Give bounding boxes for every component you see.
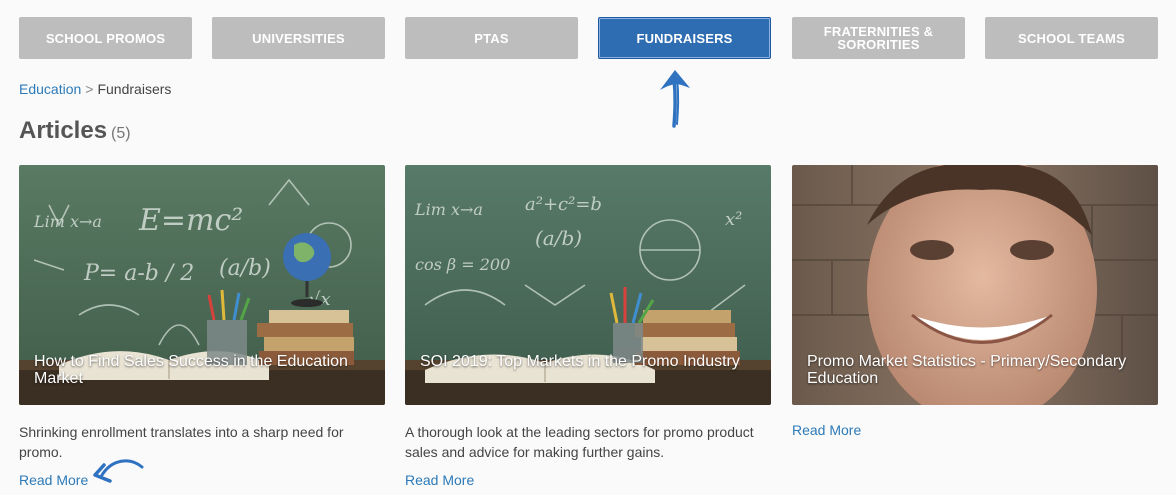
- article-image-3[interactable]: Promo Market Statistics - Primary/Second…: [792, 165, 1158, 405]
- svg-text:E=mc²: E=mc²: [138, 203, 243, 238]
- article-count: (5): [111, 125, 131, 142]
- breadcrumb-current: Fundraisers: [97, 81, 172, 97]
- annotation-arrow-up-icon: [660, 70, 690, 128]
- breadcrumb-separator: >: [85, 81, 94, 97]
- tab-fraternities-sororities[interactable]: FRATERNITIES & SORORITIES: [792, 17, 965, 59]
- svg-text:P= a-b / 2: P= a-b / 2: [83, 261, 194, 286]
- article-image-1[interactable]: E=mc² Lim x→a P= a-b / 2 (a/b) √x How to…: [19, 165, 385, 405]
- read-more-link-2[interactable]: Read More: [405, 472, 771, 488]
- article-card-3: Promo Market Statistics - Primary/Second…: [792, 165, 1158, 438]
- tab-universities[interactable]: UNIVERSITIES: [212, 17, 385, 59]
- article-image-2[interactable]: Lim x→a a²+c²=b cos β = 200 (a/b) x² SOI…: [405, 165, 771, 405]
- svg-text:Lim x→a: Lim x→a: [33, 212, 102, 231]
- svg-text:a²+c²=b: a²+c²=b: [525, 194, 602, 215]
- breadcrumb-link-education[interactable]: Education: [19, 81, 81, 97]
- read-more-link-3[interactable]: Read More: [792, 422, 1158, 438]
- tab-fundraisers[interactable]: FUNDRAISERS: [598, 17, 771, 59]
- article-title-2: SOI 2019: Top Markets in the Promo Indus…: [420, 353, 740, 370]
- tab-ptas[interactable]: PTAS: [405, 17, 578, 59]
- tab-school-promos[interactable]: SCHOOL PROMOS: [19, 17, 192, 59]
- svg-text:(a/b): (a/b): [219, 256, 271, 281]
- article-title-3: Promo Market Statistics - Primary/Second…: [807, 353, 1127, 387]
- tab-school-teams[interactable]: SCHOOL TEAMS: [985, 17, 1158, 59]
- article-description-1: Shrinking enrollment translates into a s…: [19, 424, 344, 460]
- article-card-1: E=mc² Lim x→a P= a-b / 2 (a/b) √x How to…: [19, 165, 385, 488]
- read-more-link-1[interactable]: Read More: [19, 472, 385, 488]
- article-title-1: How to Find Sales Success in the Educati…: [34, 353, 348, 387]
- article-description-2: A thorough look at the leading sectors f…: [405, 424, 754, 460]
- page-title: Articles (5): [19, 117, 131, 144]
- svg-text:cos β = 200: cos β = 200: [415, 255, 510, 274]
- svg-text:Lim x→a: Lim x→a: [414, 200, 483, 219]
- category-tabs: SCHOOL PROMOS UNIVERSITIES PTAS FUNDRAIS…: [19, 17, 1165, 59]
- annotation-arrow-left-icon: [93, 459, 144, 483]
- breadcrumb: Education > Fundraisers: [19, 81, 171, 97]
- svg-text:(a/b): (a/b): [535, 226, 582, 250]
- article-card-2: Lim x→a a²+c²=b cos β = 200 (a/b) x² SOI…: [405, 165, 771, 488]
- svg-text:x²: x²: [725, 209, 742, 230]
